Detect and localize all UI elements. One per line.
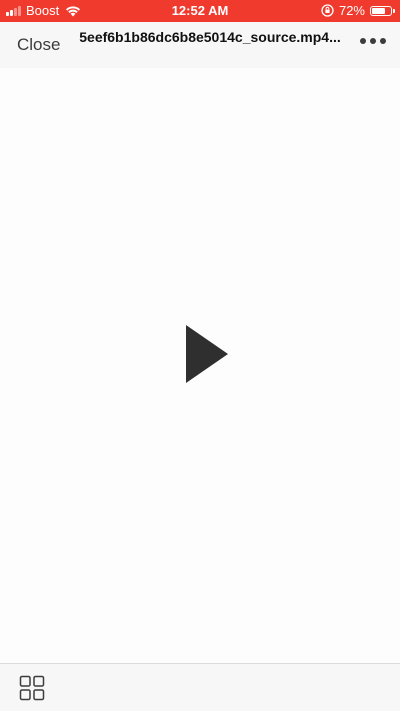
screen: Boost 12:52 AM 72% Close 5eef6b1b86dc6b8… — [0, 0, 400, 711]
orientation-lock-icon — [321, 4, 334, 17]
play-icon[interactable] — [182, 323, 232, 387]
grid-view-icon[interactable] — [19, 675, 45, 701]
video-preview-area[interactable] — [0, 68, 400, 663]
file-title: 5eef6b1b86dc6b8e5014c_source.mp4... — [79, 29, 341, 45]
nav-bar: Close 5eef6b1b86dc6b8e5014c_source.mp4..… — [0, 22, 400, 68]
status-bar: Boost 12:52 AM 72% — [0, 0, 400, 22]
status-right: 72% — [321, 3, 395, 18]
bottom-toolbar — [0, 663, 400, 711]
battery-icon — [370, 5, 395, 16]
battery-percent: 72% — [338, 3, 365, 18]
more-dots-icon[interactable] — [356, 38, 386, 44]
close-button[interactable]: Close — [17, 35, 60, 55]
